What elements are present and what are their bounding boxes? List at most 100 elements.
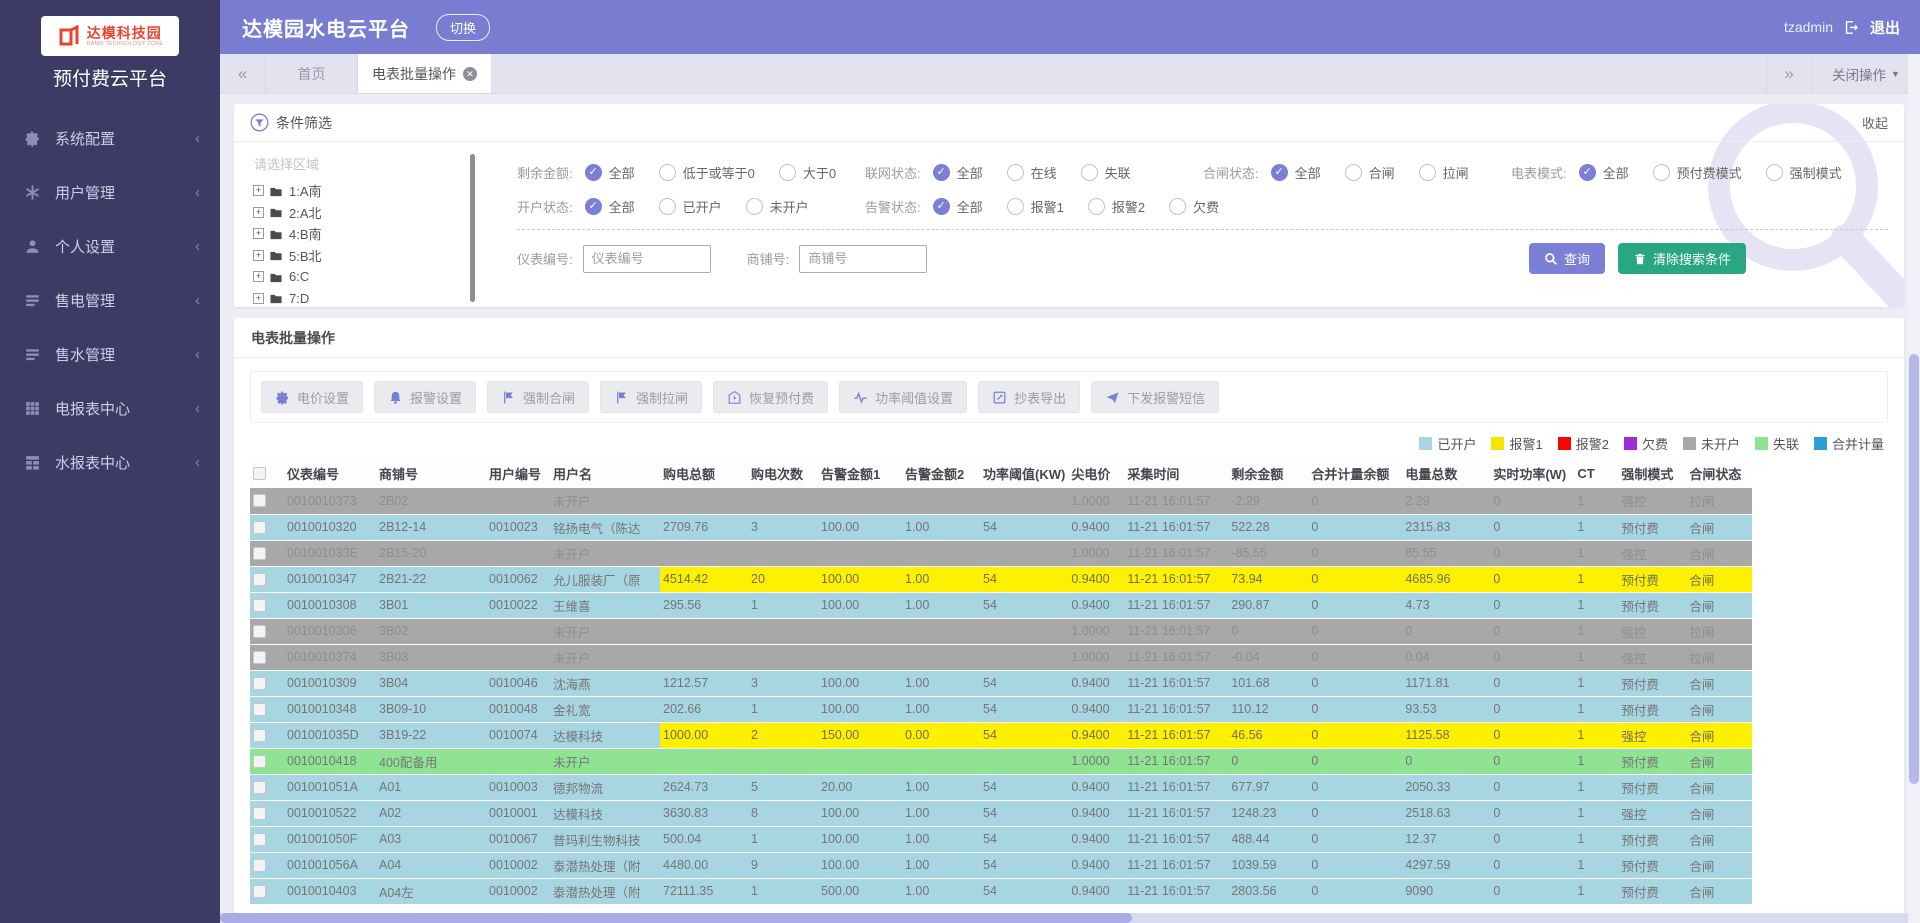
radio-option[interactable]: ✓全部 xyxy=(933,163,983,182)
radio-option[interactable]: 预付费模式 xyxy=(1653,163,1742,182)
radio-option[interactable]: ✓全部 xyxy=(1271,163,1321,182)
sidebar-item[interactable]: 电报表中心‹ xyxy=(0,381,220,435)
tree-node[interactable]: +7:D xyxy=(250,288,468,308)
radio-option[interactable]: 报警1 xyxy=(1007,197,1064,216)
search-button[interactable]: 查询 xyxy=(1529,243,1605,274)
radio-icon[interactable] xyxy=(1419,164,1436,181)
toolbar-button[interactable]: 报警设置 xyxy=(374,381,476,413)
tree-scrollbar[interactable] xyxy=(470,154,475,302)
toolbar-button[interactable]: 电价设置 xyxy=(261,381,363,413)
radio-icon[interactable] xyxy=(1007,164,1024,181)
radio-icon[interactable]: ✓ xyxy=(1579,164,1596,181)
radio-icon[interactable] xyxy=(659,198,676,215)
radio-icon[interactable]: ✓ xyxy=(1271,164,1288,181)
radio-icon[interactable] xyxy=(1345,164,1362,181)
username[interactable]: tzadmin xyxy=(1784,19,1833,35)
radio-icon[interactable] xyxy=(1081,164,1098,181)
toolbar-button[interactable]: 恢复预付费 xyxy=(713,381,828,413)
tab-home[interactable]: 首页 xyxy=(266,54,358,93)
tree-node[interactable]: +4:B南 xyxy=(250,223,468,245)
toolbar-button[interactable]: 强制拉闸 xyxy=(600,381,702,413)
radio-icon[interactable] xyxy=(1088,198,1105,215)
tree-node[interactable]: +5:B北 xyxy=(250,245,468,267)
sidebar-item[interactable]: 售电管理‹ xyxy=(0,273,220,327)
expand-icon[interactable]: + xyxy=(253,207,264,218)
tab-close-icon[interactable]: ✕ xyxy=(463,67,477,81)
expand-icon[interactable]: + xyxy=(253,228,264,239)
radio-icon[interactable] xyxy=(746,198,763,215)
radio-option[interactable]: 强制模式 xyxy=(1766,163,1842,182)
logout-icon[interactable] xyxy=(1843,19,1860,36)
radio-option[interactable]: ✓全部 xyxy=(585,197,635,216)
toolbar-button[interactable]: 功率阈值设置 xyxy=(839,381,967,413)
row-checkbox[interactable] xyxy=(253,521,266,534)
radio-option[interactable]: 报警2 xyxy=(1088,197,1145,216)
expand-icon[interactable]: + xyxy=(253,293,264,304)
row-checkbox[interactable] xyxy=(253,651,266,664)
row-checkbox[interactable] xyxy=(253,677,266,690)
radio-option[interactable]: 大于0 xyxy=(779,163,836,182)
tabs-forward-arrow[interactable]: » xyxy=(1766,54,1812,93)
expand-icon[interactable]: + xyxy=(253,185,264,196)
radio-option[interactable]: ✓全部 xyxy=(1579,163,1629,182)
row-checkbox[interactable] xyxy=(253,599,266,612)
radio-option[interactable]: 在线 xyxy=(1007,163,1057,182)
collapse-link[interactable]: 收起 xyxy=(1862,113,1888,132)
toolbar-button[interactable]: 下发报警短信 xyxy=(1091,381,1219,413)
vertical-scrollbar-thumb[interactable] xyxy=(1909,354,1919,784)
radio-option[interactable]: ✓全部 xyxy=(585,163,635,182)
radio-option[interactable]: ✓全部 xyxy=(933,197,983,216)
row-checkbox[interactable] xyxy=(253,885,266,898)
toolbar-button[interactable]: 抄表导出 xyxy=(978,381,1080,413)
tab-meter-batch[interactable]: 电表批量操作 ✕ xyxy=(358,54,491,93)
radio-icon[interactable]: ✓ xyxy=(933,164,950,181)
radio-option[interactable]: 未开户 xyxy=(746,197,809,216)
radio-option[interactable]: 欠费 xyxy=(1169,197,1219,216)
horizontal-scrollbar[interactable] xyxy=(220,913,1908,923)
sidebar-item[interactable]: 售水管理‹ xyxy=(0,327,220,381)
sidebar-item[interactable]: 水报表中心‹ xyxy=(0,435,220,489)
row-checkbox[interactable] xyxy=(253,703,266,716)
shop-no-input[interactable] xyxy=(799,245,927,273)
radio-option[interactable]: 已开户 xyxy=(659,197,722,216)
expand-icon[interactable]: + xyxy=(253,250,264,261)
sidebar-item[interactable]: 系统配置‹ xyxy=(0,111,220,165)
tabs-back-arrow[interactable]: « xyxy=(220,54,266,93)
tree-node[interactable]: +1:A南 xyxy=(250,180,468,202)
close-operations-dropdown[interactable]: 关闭操作▼ xyxy=(1812,54,1920,93)
row-checkbox[interactable] xyxy=(253,755,266,768)
radio-option[interactable]: 失联 xyxy=(1081,163,1131,182)
radio-icon[interactable]: ✓ xyxy=(585,164,602,181)
tree-node[interactable]: +6:C xyxy=(250,266,468,288)
row-checkbox[interactable] xyxy=(253,807,266,820)
radio-icon[interactable] xyxy=(1766,164,1783,181)
row-checkbox[interactable] xyxy=(253,859,266,872)
radio-icon[interactable]: ✓ xyxy=(585,198,602,215)
tree-node[interactable]: +2:A北 xyxy=(250,202,468,224)
row-checkbox[interactable] xyxy=(253,573,266,586)
radio-icon[interactable] xyxy=(1007,198,1024,215)
vertical-scrollbar[interactable] xyxy=(1908,54,1920,923)
radio-option[interactable]: 合闸 xyxy=(1345,163,1395,182)
switch-button[interactable]: 切换 xyxy=(436,14,490,41)
sidebar-item[interactable]: 用户管理‹ xyxy=(0,165,220,219)
radio-option[interactable]: 低于或等于0 xyxy=(659,163,755,182)
row-checkbox[interactable] xyxy=(253,547,266,560)
row-checkbox[interactable] xyxy=(253,781,266,794)
meter-no-input[interactable] xyxy=(583,245,711,273)
row-checkbox[interactable] xyxy=(253,729,266,742)
radio-icon[interactable] xyxy=(1653,164,1670,181)
radio-option[interactable]: 拉闸 xyxy=(1419,163,1469,182)
row-checkbox[interactable] xyxy=(253,625,266,638)
radio-icon[interactable] xyxy=(1169,198,1186,215)
radio-icon[interactable] xyxy=(659,164,676,181)
horizontal-scrollbar-thumb[interactable] xyxy=(220,913,1132,923)
row-checkbox[interactable] xyxy=(253,494,266,507)
sidebar-item[interactable]: 个人设置‹ xyxy=(0,219,220,273)
toolbar-button[interactable]: 强制合闸 xyxy=(487,381,589,413)
clear-search-button[interactable]: 清除搜索条件 xyxy=(1618,243,1746,274)
select-all-checkbox[interactable] xyxy=(253,467,266,480)
logout-button[interactable]: 退出 xyxy=(1870,17,1900,38)
radio-icon[interactable]: ✓ xyxy=(933,198,950,215)
row-checkbox[interactable] xyxy=(253,833,266,846)
